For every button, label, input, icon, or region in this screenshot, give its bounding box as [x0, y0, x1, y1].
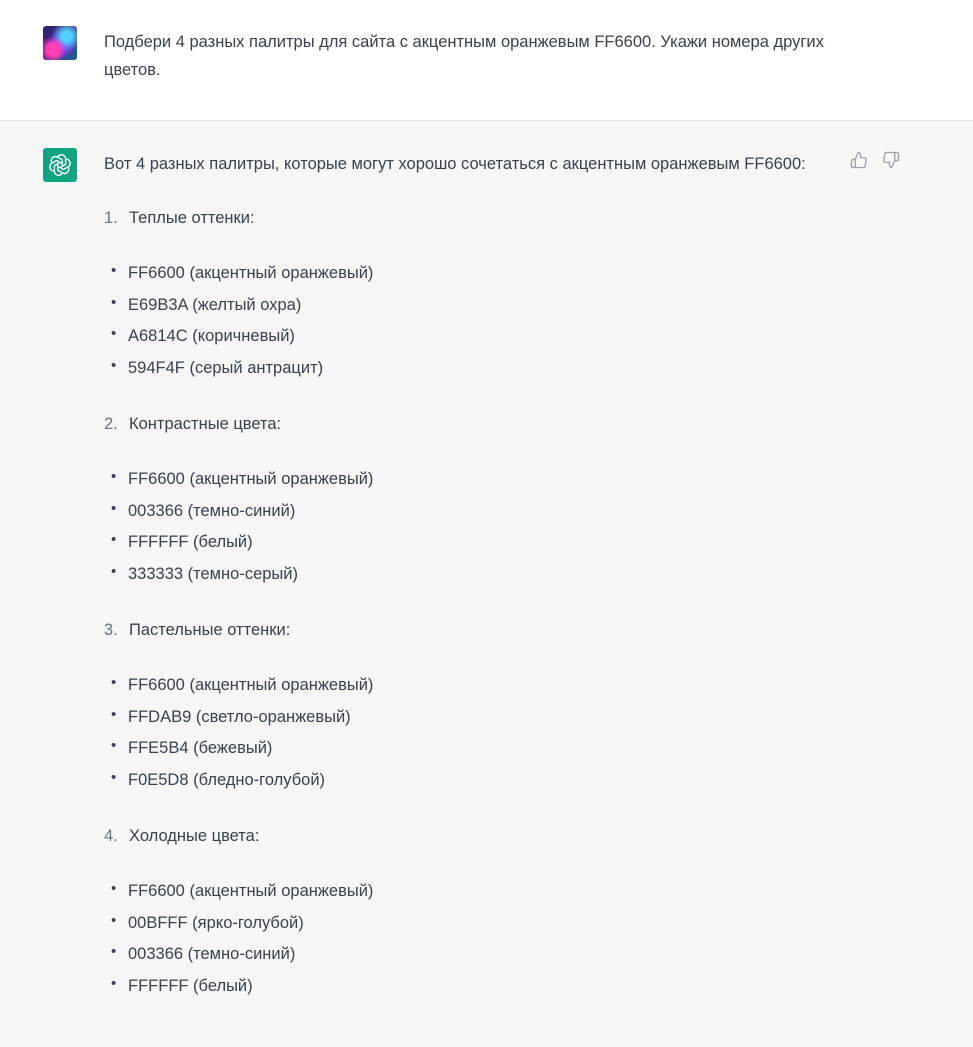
palette-section: 2. Контрастные цвета: • FF6600 (акцентный…: [104, 410, 844, 590]
palette-title: Пастельные оттенки:: [129, 621, 291, 639]
palette-heading: 1. Теплые оттенки:: [104, 204, 844, 232]
bullet-icon: •: [111, 737, 117, 754]
thumbs-up-button[interactable]: [850, 151, 868, 169]
bullet-icon: •: [111, 293, 117, 311]
palette-number: 4.: [104, 827, 118, 845]
color-entry: FFFFFF (белый): [128, 976, 253, 995]
list-item: • FF6600 (акцентный оранжевый): [104, 876, 844, 908]
bullet-icon: •: [111, 499, 117, 517]
bullet-icon: •: [111, 674, 117, 691]
color-entry: FF6600 (акцентный оранжевый): [128, 264, 374, 282]
bullet-icon: •: [111, 974, 117, 992]
thumbs-up-icon: [850, 151, 867, 169]
color-entry: 333333 (темно-серый): [128, 564, 298, 583]
list-item: • F0E5D8 (бледно-голубой): [104, 765, 844, 797]
palette-section: 3. Пастельные оттенки: • FF6600 (акцентны…: [104, 616, 844, 796]
thumbs-down-icon: [883, 151, 900, 169]
palette-section: 4. Холодные цвета: • FF6600 (акцентный ор…: [104, 822, 844, 1002]
bullet-icon: •: [111, 531, 117, 548]
palette-color-list: • FF6600 (акцентный оранжевый) • 003366 (т…: [104, 464, 844, 590]
answer-intro: Вот 4 разных палитры, которые могут хоро…: [104, 155, 806, 173]
palette-title: Контрастные цвета:: [129, 415, 282, 433]
bullet-icon: •: [111, 262, 117, 279]
color-entry: FFDAB9 (светло-оранжевый): [128, 707, 351, 726]
color-entry: 003366 (темно-синий): [128, 501, 296, 520]
color-entry: 594F4F (серый антрацит): [128, 358, 324, 377]
color-entry: FF6600 (акцентный оранжевый): [128, 882, 374, 900]
palette-color-list: • FF6600 (акцентный оранжевый) • E69B3A (ж…: [104, 258, 844, 384]
color-entry: E69B3A (желтый охра): [128, 295, 302, 314]
list-item: • 003366 (темно-синий): [104, 496, 844, 528]
color-entry: FF6600 (акцентный оранжевый): [128, 676, 374, 694]
assistant-answer: Вот 4 разных палитры, которые могут хоро…: [104, 150, 844, 1028]
bullet-icon: •: [111, 943, 117, 960]
color-entry: 00BFFF (ярко-голубой): [128, 913, 304, 932]
user-avatar: [43, 26, 77, 60]
palette-title: Теплые оттенки:: [129, 209, 255, 227]
bullet-icon: •: [111, 880, 117, 897]
list-item: • 333333 (темно-серый): [104, 559, 844, 591]
list-item: • FF6600 (акцентный оранжевый): [104, 258, 844, 290]
bullet-icon: •: [111, 468, 117, 485]
palette-color-list: • FF6600 (акцентный оранжевый) • 00BFFF (я…: [104, 876, 844, 1002]
palette-color-list: • FF6600 (акцентный оранжевый) • FFDAB9 (с…: [104, 670, 844, 796]
thumbs-down-button[interactable]: [882, 151, 900, 169]
feedback-buttons: [850, 151, 900, 169]
list-item: • FFDAB9 (светло-оранжевый): [104, 702, 844, 734]
bullet-icon: •: [111, 705, 117, 723]
list-item: • 594F4F (серый антрацит): [104, 353, 844, 385]
list-item: • A6814C (коричневый): [104, 321, 844, 353]
palette-heading: 3. Пастельные оттенки:: [104, 616, 844, 644]
color-entry: FFFFFF (белый): [128, 533, 253, 551]
color-entry: A6814C (коричневый): [128, 327, 295, 345]
user-message-text: Подбери 4 разных палитры для сайта с акц…: [104, 33, 824, 79]
openai-logo-icon: [49, 154, 71, 176]
list-item: • FFFFFF (белый): [104, 971, 844, 1003]
bullet-icon: •: [111, 911, 117, 929]
color-entry: F0E5D8 (бледно-голубой): [128, 770, 326, 789]
palette-heading: 2. Контрастные цвета:: [104, 410, 844, 438]
bullet-icon: •: [111, 325, 117, 342]
palette-number: 1.: [104, 209, 118, 227]
color-entry: FFE5B4 (бежевый): [128, 739, 273, 757]
list-item: • 003366 (темно-синий): [104, 939, 844, 971]
assistant-avatar: [43, 148, 77, 182]
color-entry: FF6600 (акцентный оранжевый): [128, 470, 374, 488]
list-item: • FFFFFF (белый): [104, 527, 844, 559]
palette-heading: 4. Холодные цвета:: [104, 822, 844, 850]
bullet-icon: •: [111, 562, 117, 580]
list-item: • E69B3A (желтый охра): [104, 290, 844, 322]
list-item: • 00BFFF (ярко-голубой): [104, 908, 844, 940]
color-entry: 003366 (темно-синий): [128, 945, 296, 963]
palette-number: 3.: [104, 621, 118, 639]
palette-number: 2.: [104, 415, 118, 433]
bullet-icon: •: [111, 768, 117, 786]
user-message: Подбери 4 разных палитры для сайта с акц…: [0, 0, 973, 121]
list-item: • FF6600 (акцентный оранжевый): [104, 670, 844, 702]
list-item: • FFE5B4 (бежевый): [104, 733, 844, 765]
assistant-message: Вот 4 разных палитры, которые могут хоро…: [0, 121, 973, 1047]
palette-title: Холодные цвета:: [129, 827, 260, 845]
list-item: • FF6600 (акцентный оранжевый): [104, 464, 844, 496]
palette-section: 1. Теплые оттенки: • FF6600 (акцентный ор…: [104, 204, 844, 384]
bullet-icon: •: [111, 356, 117, 374]
